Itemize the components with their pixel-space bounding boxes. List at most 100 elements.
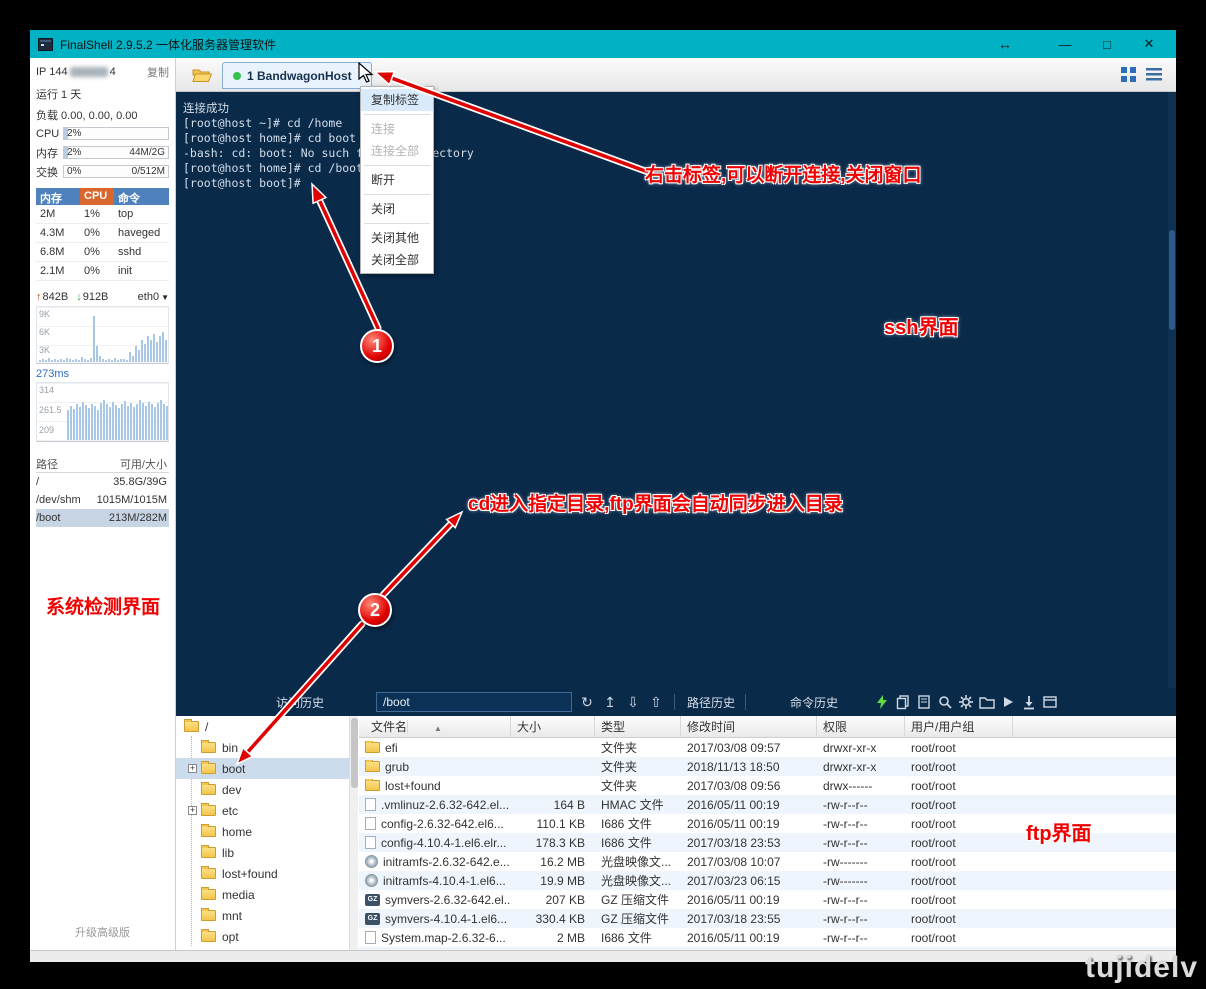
menu-item[interactable]: 复制标签: [361, 89, 433, 111]
upgrade-link[interactable]: 升级高级版: [36, 924, 169, 940]
gz-archive-icon: GZ: [365, 894, 380, 906]
tree-item-media[interactable]: media: [176, 884, 349, 905]
download-icon[interactable]: ⇩: [625, 694, 641, 711]
menu-item[interactable]: 关闭其他: [361, 227, 433, 249]
file-row[interactable]: System.map-2.6.32-6...2 MBI686 文件2016/05…: [359, 928, 1176, 947]
column-owner[interactable]: 用户/用户组: [905, 716, 1013, 738]
tree-item-dev[interactable]: dev: [176, 779, 349, 800]
window-icon[interactable]: [1042, 694, 1058, 710]
file-type: I686 文件: [595, 929, 681, 946]
terminal-scrollbar[interactable]: [1168, 92, 1176, 688]
chart-bar: [147, 336, 149, 362]
tree-item-[interactable]: /: [176, 716, 349, 737]
file-row[interactable]: initramfs-4.10.4-1.el6...19.9 MB光盘映像文...…: [359, 871, 1176, 890]
command-history-button[interactable]: 命令历史: [790, 694, 838, 711]
play-icon[interactable]: [1000, 694, 1016, 710]
chart-bar: [112, 402, 114, 440]
menu-item[interactable]: 连接全部: [361, 140, 433, 162]
session-tab[interactable]: 1 BandwagonHost: [222, 62, 372, 89]
chart-bar: [159, 336, 161, 362]
file-mtime: 2016/05/11 00:19: [681, 798, 817, 812]
tree-label: bin: [222, 741, 238, 755]
paste-icon[interactable]: [916, 694, 932, 710]
disk-row[interactable]: /35.8G/39G: [36, 473, 169, 491]
expand-icon[interactable]: +: [188, 806, 197, 815]
tree-item-lostfound[interactable]: lost+found: [176, 863, 349, 884]
minimize-button[interactable]: —: [1044, 37, 1086, 52]
copy-ip-button[interactable]: 复制: [147, 64, 169, 80]
chart-bar: [85, 405, 87, 440]
scrollbar-thumb[interactable]: [351, 718, 358, 788]
axis-label: 3K: [39, 345, 50, 355]
expand-icon[interactable]: +: [188, 764, 197, 773]
tree-item-etc[interactable]: +etc: [176, 800, 349, 821]
file-row[interactable]: GZsymvers-2.6.32-642.el...207 KBGZ 压缩文件2…: [359, 890, 1176, 909]
path-history-button[interactable]: 路径历史: [687, 694, 735, 711]
tab-bar: 1 BandwagonHost: [176, 58, 1176, 92]
folder-open-icon[interactable]: [979, 694, 995, 710]
chart-bar: [69, 359, 71, 362]
visit-history-button[interactable]: 访问历史: [276, 694, 324, 711]
chart-bar: [124, 401, 126, 440]
column-size[interactable]: 大小: [511, 716, 595, 738]
tree-item-opt[interactable]: opt: [176, 926, 349, 947]
file-row[interactable]: .vmlinuz-2.6.32-642.el...164 BHMAC 文件201…: [359, 795, 1176, 814]
path-input[interactable]: [376, 692, 572, 712]
file-row[interactable]: grub文件夹2018/11/13 18:50drwxr-xr-xroot/ro…: [359, 757, 1176, 776]
tab-label: 1 BandwagonHost: [247, 69, 352, 83]
tree-label: lost+found: [222, 867, 278, 881]
maximize-button[interactable]: □: [1086, 37, 1128, 52]
gear-icon[interactable]: [958, 694, 974, 710]
tree-item-mnt[interactable]: mnt: [176, 905, 349, 926]
disk-size: 35.8G/39G: [113, 476, 169, 488]
file-row[interactable]: GZsymvers-4.10.4-1.el6...330.4 KBGZ 压缩文件…: [359, 909, 1176, 928]
copy-icon[interactable]: [895, 694, 911, 710]
file-name: efi: [385, 741, 398, 755]
close-button[interactable]: ✕: [1128, 36, 1170, 52]
tab-list-icon[interactable]: [1146, 67, 1162, 82]
tree-item-boot[interactable]: +boot: [176, 758, 349, 779]
resize-icon[interactable]: ↔: [990, 36, 1020, 52]
chart-bar: [145, 406, 147, 440]
interface-select[interactable]: eth0: [138, 291, 159, 303]
open-folder-icon[interactable]: [192, 67, 213, 83]
gauge-bar: 0%0/512M: [63, 165, 169, 178]
scrollbar-thumb[interactable]: [1169, 230, 1175, 330]
refresh-icon[interactable]: ↻: [579, 694, 595, 711]
tree-item-lib[interactable]: lib: [176, 842, 349, 863]
chart-bar: [127, 406, 129, 440]
folder-icon: [184, 721, 199, 732]
menu-item[interactable]: 关闭全部: [361, 249, 433, 271]
chart-bar: [153, 334, 155, 362]
menu-item[interactable]: 断开: [361, 169, 433, 191]
file-row[interactable]: initramfs-2.6.32-642.e...16.2 MB光盘映像文...…: [359, 852, 1176, 871]
axis-label: 261.5: [39, 405, 62, 415]
tree-item-home[interactable]: home: [176, 821, 349, 842]
grid-view-icon[interactable]: [1121, 67, 1136, 82]
gauge-row: 内存2%44M/2G: [36, 145, 169, 160]
column-perm[interactable]: 权限: [817, 716, 905, 738]
column-type[interactable]: 类型: [595, 716, 681, 738]
menu-item[interactable]: 连接: [361, 118, 433, 140]
column-filename[interactable]: 文件名▲: [359, 716, 511, 738]
lightning-icon[interactable]: [874, 694, 890, 710]
file-mtime: 2016/05/11 00:19: [681, 893, 817, 907]
file-row[interactable]: efi文件夹2017/03/08 09:57drwxr-xr-xroot/roo…: [359, 738, 1176, 757]
go-up-icon[interactable]: ↥: [602, 694, 618, 711]
net-down-value: 912B: [83, 291, 109, 303]
process-table-header: 内存 CPU 命令: [36, 188, 169, 205]
tree-scrollbar[interactable]: [349, 716, 358, 950]
chart-bar: [51, 360, 53, 362]
disk-row[interactable]: /dev/shm1015M/1015M: [36, 491, 169, 509]
file-type: HMAC 文件: [595, 796, 681, 813]
status-bar: [30, 950, 1176, 962]
folder-icon: [201, 889, 216, 900]
file-row[interactable]: lost+found文件夹2017/03/08 09:56drwx------r…: [359, 776, 1176, 795]
disk-row[interactable]: /boot213M/282M: [36, 509, 169, 527]
menu-item[interactable]: 关闭: [361, 198, 433, 220]
download-arrow-icon[interactable]: [1021, 694, 1037, 710]
tree-item-bin[interactable]: bin: [176, 737, 349, 758]
search-icon[interactable]: [937, 694, 953, 710]
column-mtime[interactable]: 修改时间: [681, 716, 817, 738]
upload-icon[interactable]: ⇧: [648, 694, 664, 711]
